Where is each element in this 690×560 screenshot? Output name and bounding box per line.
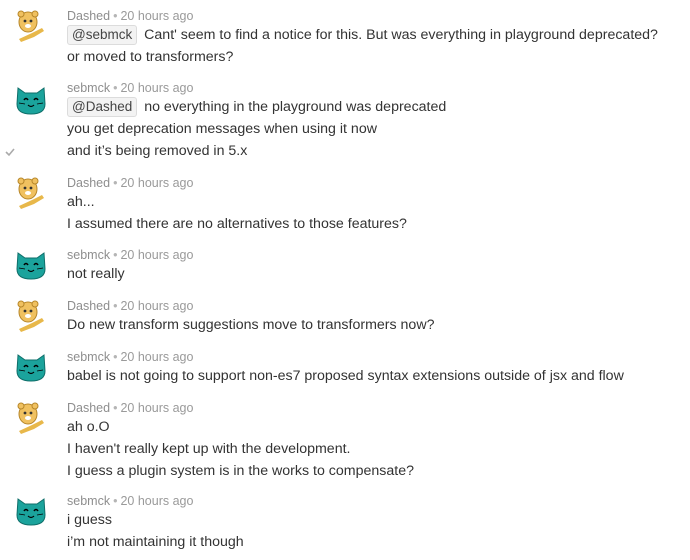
author-name[interactable]: sebmck: [67, 81, 110, 95]
message-line: ah...: [67, 191, 682, 213]
meta-separator: •: [113, 401, 118, 415]
message-text: I assumed there are no alternatives to t…: [67, 216, 407, 232]
message-line: I haven't really kept up with the develo…: [67, 438, 682, 460]
avatar-dashed[interactable]: [14, 8, 48, 42]
message-line: and it’s being removed in 5.x: [67, 140, 682, 162]
message-text: and it’s being removed in 5.x: [67, 143, 248, 159]
message-line: I assumed there are no alternatives to t…: [67, 213, 682, 235]
chat-log: Dashed • 20 hours ago @sebmck Cant' seem t…: [0, 0, 690, 560]
user-mention[interactable]: @sebmck: [67, 25, 138, 45]
hamster-icon: [17, 402, 44, 434]
message-line: ah o.O: [67, 416, 682, 438]
hamster-icon: [17, 300, 44, 332]
cat-icon: [16, 87, 46, 115]
message-text: or moved to transformers?: [67, 49, 234, 65]
message-line: not really: [67, 263, 682, 285]
message-line: or moved to transformers?: [67, 46, 682, 68]
avatar-sebmck[interactable]: [14, 82, 48, 116]
author-name[interactable]: Dashed: [67, 299, 110, 313]
message-text: i guess: [67, 512, 112, 528]
meta-separator: •: [113, 176, 118, 190]
avatar-sebmck[interactable]: [14, 349, 48, 383]
author-name[interactable]: Dashed: [67, 9, 110, 23]
avatar-dashed[interactable]: [14, 298, 48, 332]
hamster-icon: [17, 10, 44, 42]
message-line: you get deprecation messages when using …: [67, 118, 682, 140]
avatar-dashed[interactable]: [14, 400, 48, 434]
timestamp: 20 hours ago: [120, 176, 194, 190]
author-name[interactable]: Dashed: [67, 401, 110, 415]
message-line: babel is not going to support non-es7 pr…: [67, 365, 682, 387]
message-text: you get deprecation messages when using …: [67, 121, 377, 137]
cat-icon: [16, 252, 46, 280]
author-name[interactable]: sebmck: [67, 248, 110, 262]
meta-separator: •: [113, 494, 118, 508]
meta-separator: •: [113, 81, 118, 95]
message-text: ah o.O: [67, 419, 110, 435]
message-text: I haven't really kept up with the develo…: [67, 441, 351, 457]
message-text: Do new transform suggestions move to tra…: [67, 317, 435, 333]
cat-icon: [16, 498, 46, 526]
timestamp: 20 hours ago: [120, 401, 194, 415]
author-name[interactable]: sebmck: [67, 350, 110, 364]
message-line: @sebmck Cant' seem to find a notice for …: [67, 24, 682, 46]
meta-separator: •: [113, 9, 118, 23]
checkmark-icon: [5, 148, 15, 157]
timestamp: 20 hours ago: [120, 248, 194, 262]
message-text: i’m not maintaining it though: [67, 534, 244, 550]
author-name[interactable]: Dashed: [67, 176, 110, 190]
meta-separator: •: [113, 350, 118, 364]
message-text: no everything in the playground was depr…: [144, 99, 447, 115]
hamster-icon: [17, 177, 44, 209]
user-mention[interactable]: @Dashed: [67, 97, 138, 117]
avatar-sebmck[interactable]: [14, 247, 48, 281]
avatar-sebmck[interactable]: [14, 493, 48, 527]
timestamp: 20 hours ago: [120, 9, 194, 23]
message-line: @Dashed no everything in the playground …: [67, 96, 682, 118]
avatar-dashed[interactable]: [14, 175, 48, 209]
message-text: not really: [67, 266, 125, 282]
message-line: I guess a plugin system is in the works …: [67, 460, 682, 482]
message-text: ah...: [67, 194, 95, 210]
timestamp: 20 hours ago: [120, 81, 194, 95]
cat-icon: [16, 354, 46, 382]
meta-separator: •: [113, 299, 118, 313]
message-line: i guess: [67, 509, 682, 531]
meta-separator: •: [113, 248, 118, 262]
timestamp: 20 hours ago: [120, 494, 194, 508]
message-text: I guess a plugin system is in the works …: [67, 463, 414, 479]
message-line: Do new transform suggestions move to tra…: [67, 314, 682, 336]
timestamp: 20 hours ago: [120, 299, 194, 313]
message-line: i’m not maintaining it though: [67, 531, 682, 553]
message-text: babel is not going to support non-es7 pr…: [67, 368, 624, 384]
timestamp: 20 hours ago: [120, 350, 194, 364]
author-name[interactable]: sebmck: [67, 494, 110, 508]
message-text: Cant' seem to find a notice for this. Bu…: [144, 27, 658, 43]
